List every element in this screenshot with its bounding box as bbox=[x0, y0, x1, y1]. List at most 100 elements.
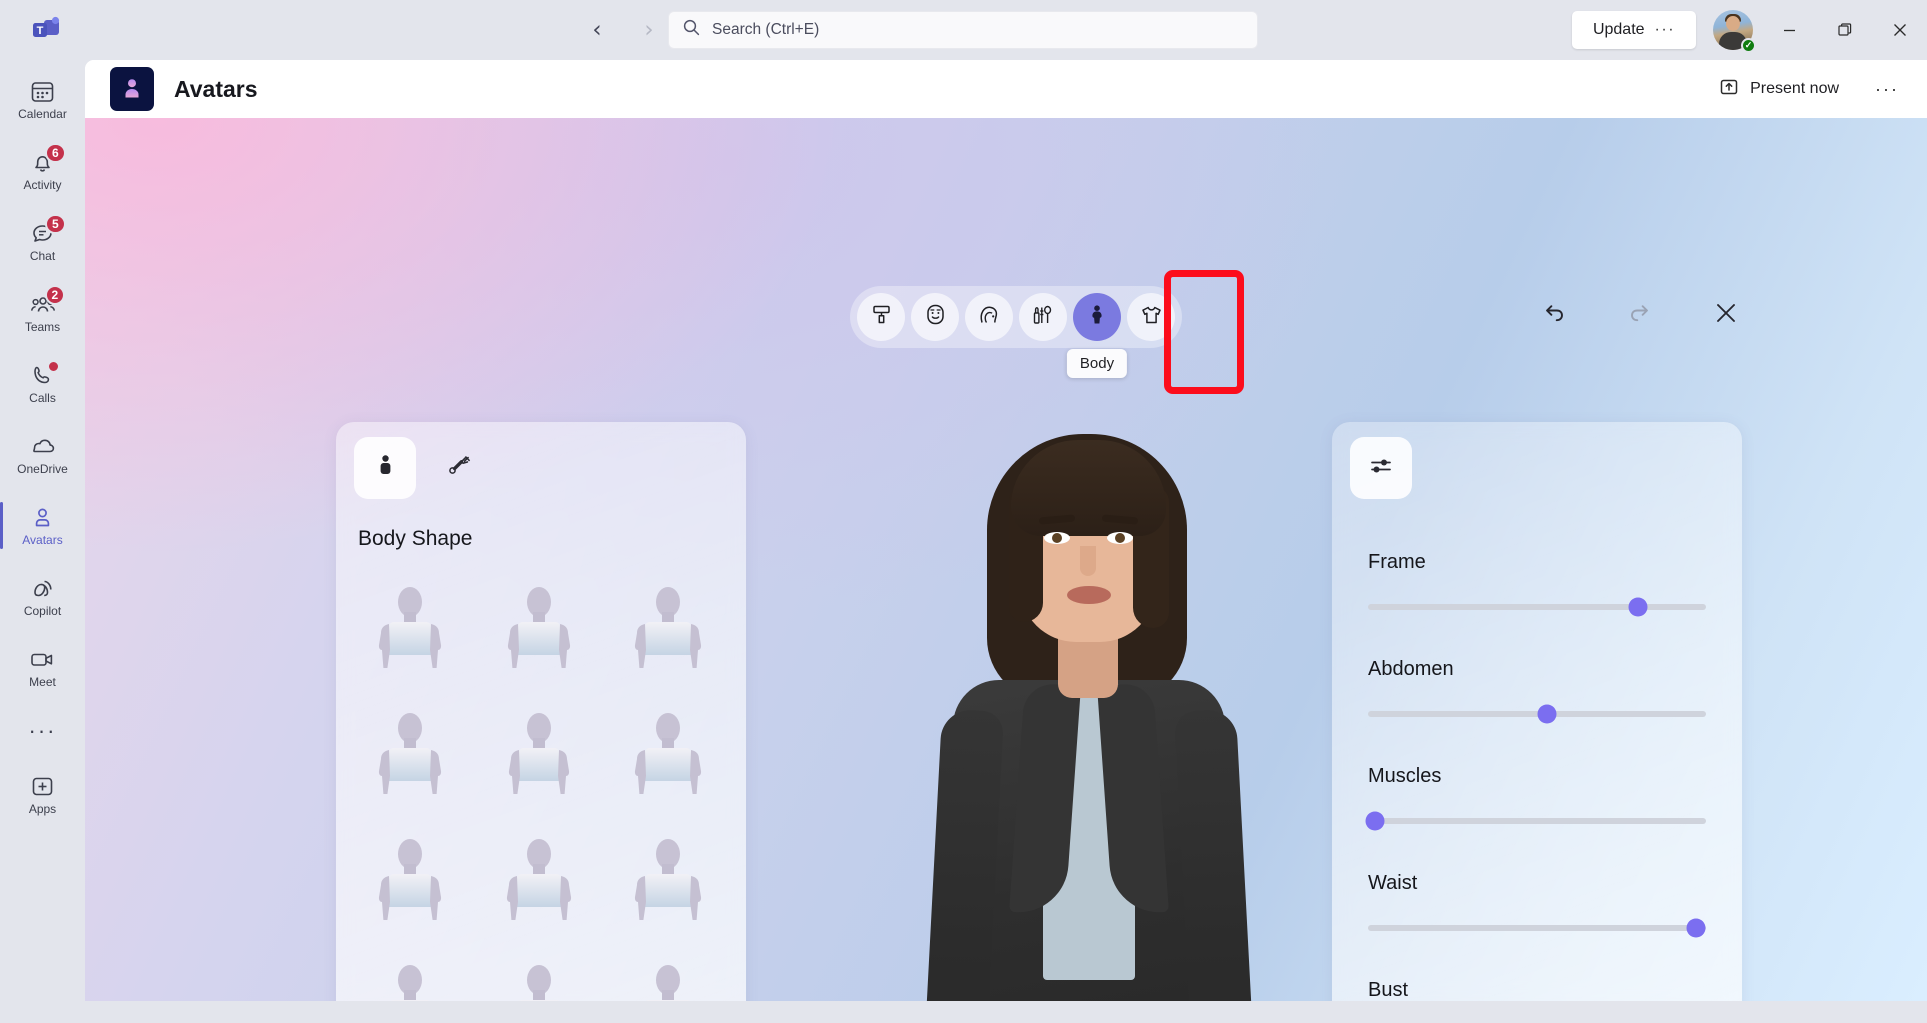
sidebar-item-label: Copilot bbox=[23, 603, 62, 618]
category-clothing-button[interactable] bbox=[1127, 293, 1175, 341]
teams-application-window: T ‹ › Search (Ctrl+E) Update ··· ✓ Calen… bbox=[0, 0, 1927, 1023]
body-shape-option[interactable] bbox=[477, 571, 606, 693]
update-more-icon[interactable]: ··· bbox=[1655, 21, 1675, 39]
close-icon bbox=[1713, 300, 1739, 331]
more-options-icon[interactable]: ··· bbox=[1867, 74, 1907, 105]
close-button[interactable] bbox=[1872, 0, 1927, 60]
body-shape-option[interactable] bbox=[348, 571, 477, 693]
sidebar-item-copilot[interactable]: Copilot bbox=[0, 561, 85, 632]
category-makeup-wrap bbox=[1019, 293, 1067, 341]
maximize-button[interactable] bbox=[1817, 0, 1872, 60]
sidebar-item-avatars[interactable]: Avatars bbox=[0, 490, 85, 561]
sub-tab-prosthetics[interactable] bbox=[430, 437, 492, 499]
undo-button[interactable] bbox=[1535, 296, 1573, 334]
svg-text:T: T bbox=[37, 25, 44, 37]
sidebar-more-button[interactable]: ··· bbox=[0, 703, 85, 759]
sidebar-item-apps[interactable]: Apps bbox=[0, 759, 85, 830]
body-shape-option[interactable] bbox=[477, 949, 606, 1001]
copilot-icon bbox=[30, 576, 56, 602]
body-shape-option[interactable] bbox=[605, 823, 734, 945]
sidebar-item-calendar[interactable]: Calendar bbox=[0, 64, 85, 135]
body-shape-option[interactable] bbox=[605, 949, 734, 1001]
body-shape-option[interactable] bbox=[348, 697, 477, 819]
sub-tab-body-shape[interactable] bbox=[354, 437, 416, 499]
body-shape-thumbnail bbox=[518, 965, 560, 1001]
redo-button[interactable] bbox=[1621, 296, 1659, 334]
update-label: Update bbox=[1592, 21, 1645, 38]
teams-logo-icon: T bbox=[30, 14, 62, 46]
back-button[interactable]: ‹ bbox=[580, 13, 614, 47]
slider-thumb[interactable] bbox=[1628, 597, 1648, 617]
sliders-tab[interactable] bbox=[1350, 437, 1412, 499]
category-face-wrap bbox=[911, 293, 959, 341]
avatar-editor-stage: Body Body Shape Frame Abdomen Muscles Wa… bbox=[85, 118, 1927, 1001]
sidebar-item-onedrive[interactable]: OneDrive bbox=[0, 419, 85, 490]
category-body-button[interactable] bbox=[1073, 293, 1121, 341]
slider-label: Frame bbox=[1368, 551, 1426, 573]
body-shape-thumbnail bbox=[508, 713, 570, 794]
body-shape-option[interactable] bbox=[348, 823, 477, 945]
sidebar-item-label: Chat bbox=[29, 248, 56, 263]
slider-thumb[interactable] bbox=[1686, 918, 1706, 938]
slider-track[interactable] bbox=[1368, 597, 1706, 617]
chevron-left-icon: ‹ bbox=[592, 17, 602, 43]
slider-label: Bust bbox=[1368, 979, 1409, 1001]
body-shape-option[interactable] bbox=[605, 571, 734, 693]
category-clothing-wrap bbox=[1127, 293, 1175, 341]
body-shape-option[interactable] bbox=[477, 697, 606, 819]
sidebar-item-label: Avatars bbox=[22, 532, 63, 547]
activity-badge: 6 bbox=[45, 142, 66, 163]
sidebar-item-activity[interactable]: 6 Activity bbox=[0, 135, 85, 206]
teams-badge: 2 bbox=[44, 284, 66, 305]
video-camera-icon bbox=[29, 647, 56, 673]
sidebar-item-calls[interactable]: Calls bbox=[0, 348, 85, 419]
category-face-button[interactable] bbox=[911, 293, 959, 341]
main-content: Avatars Present now ··· Body Body Shape … bbox=[85, 60, 1927, 1001]
slider-frame: Frame bbox=[1368, 551, 1706, 617]
slider-abdomen: Abdomen bbox=[1368, 658, 1706, 724]
paint-roller-icon bbox=[870, 303, 893, 331]
calendar-icon bbox=[30, 79, 55, 105]
body-shape-option[interactable] bbox=[477, 823, 606, 945]
prosthetic-arm-icon bbox=[446, 451, 476, 486]
face-icon bbox=[924, 303, 947, 331]
navigation-buttons: ‹ › bbox=[580, 13, 666, 47]
search-icon bbox=[683, 19, 700, 41]
minimize-button[interactable] bbox=[1762, 0, 1817, 60]
sidebar-item-meet[interactable]: Meet bbox=[0, 632, 85, 703]
window-controls bbox=[1762, 0, 1927, 60]
slider-label: Muscles bbox=[1368, 765, 1442, 787]
chevron-right-icon: › bbox=[644, 17, 654, 43]
body-shape-option[interactable] bbox=[605, 697, 734, 819]
slider-track[interactable] bbox=[1365, 811, 1706, 831]
sidebar-item-chat[interactable]: 5 Chat bbox=[0, 206, 85, 277]
phone-icon bbox=[30, 359, 60, 389]
avatar-preview[interactable] bbox=[923, 428, 1255, 1001]
slider-thumb[interactable] bbox=[1365, 811, 1385, 831]
close-editor-button[interactable] bbox=[1707, 296, 1745, 334]
chat-badge: 5 bbox=[45, 213, 66, 234]
page-header: Avatars Present now ··· bbox=[85, 60, 1927, 118]
body-shape-icon bbox=[372, 452, 399, 484]
update-button[interactable]: Update ··· bbox=[1572, 11, 1696, 49]
slider-thumb[interactable] bbox=[1537, 704, 1557, 724]
forward-button[interactable]: › bbox=[632, 13, 666, 47]
search-placeholder: Search (Ctrl+E) bbox=[712, 21, 820, 38]
search-input[interactable]: Search (Ctrl+E) bbox=[668, 11, 1258, 49]
redo-icon bbox=[1626, 299, 1654, 332]
body-shape-thumbnail bbox=[634, 839, 701, 920]
slider-track[interactable] bbox=[1368, 704, 1706, 724]
apps-plus-icon bbox=[30, 774, 55, 800]
sidebar-item-label: Activity bbox=[23, 177, 62, 192]
category-style-button[interactable] bbox=[857, 293, 905, 341]
body-shape-option[interactable] bbox=[348, 949, 477, 1001]
body-tooltip: Body bbox=[1066, 349, 1128, 378]
sidebar-item-teams[interactable]: 2 Teams bbox=[0, 277, 85, 348]
slider-track[interactable] bbox=[1368, 918, 1706, 938]
category-hair-button[interactable] bbox=[965, 293, 1013, 341]
sidebar-item-label: Meet bbox=[29, 674, 56, 689]
cloud-icon bbox=[29, 434, 56, 460]
present-now-button[interactable]: Present now bbox=[1709, 70, 1849, 109]
category-makeup-button[interactable] bbox=[1019, 293, 1067, 341]
hair-icon bbox=[977, 303, 1001, 332]
